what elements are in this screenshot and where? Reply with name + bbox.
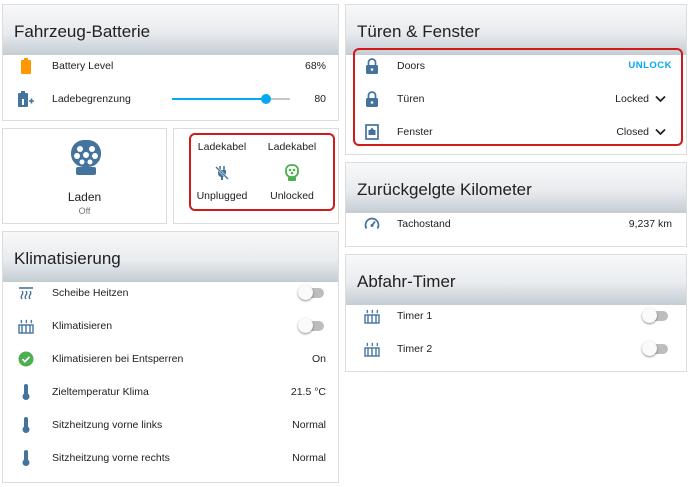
charge-card[interactable]: Laden Off bbox=[2, 128, 167, 224]
timer-card: Abfahr-Timer Timer 1 Timer 2 bbox=[345, 254, 687, 372]
climate-row-ac-label: Klimatisieren bbox=[52, 319, 113, 332]
defrost-toggle[interactable] bbox=[298, 284, 324, 300]
ev-plug-icon bbox=[66, 137, 106, 177]
battery-card-title: Fahrzeug-Batterie bbox=[3, 5, 338, 55]
climate-row-temp[interactable]: Zieltemperatur Klima 21.5 °C bbox=[3, 375, 338, 408]
climate-row-seat-right-label: Sitzheitzung vorne rechts bbox=[52, 451, 170, 464]
battery-level-value: 68% bbox=[304, 59, 326, 72]
doors-highlight bbox=[353, 48, 683, 146]
climate-row-seat-left[interactable]: Sitzheitzung vorne links Normal bbox=[3, 408, 338, 441]
climate-card: Klimatisierung Scheibe Heitzen Klimatisi… bbox=[2, 231, 339, 483]
charge-limit-label: Ladebegrenzung bbox=[52, 92, 131, 105]
battery-level-row[interactable]: Battery Level 68% bbox=[3, 49, 338, 82]
timer-row-2[interactable]: Timer 2 bbox=[346, 332, 686, 365]
climate-toggle[interactable] bbox=[298, 317, 324, 333]
climate-card-title: Klimatisierung bbox=[3, 232, 338, 282]
km-card: Zurückgelgte Kilometer Tachostand 9,237 … bbox=[345, 162, 687, 247]
battery-card: Fahrzeug-Batterie Battery Level 68% Lade… bbox=[2, 4, 339, 121]
timer-1-label: Timer 1 bbox=[397, 309, 433, 322]
charge-limit-value: 80 bbox=[314, 92, 326, 105]
climate-row-defrost-label: Scheibe Heitzen bbox=[52, 286, 129, 299]
climate-row-seat-right[interactable]: Sitzheitzung vorne rechts Normal bbox=[3, 441, 338, 474]
battery-plus-icon bbox=[18, 90, 34, 107]
thermometer-icon bbox=[18, 383, 34, 400]
climate-row-unlock[interactable]: Klimatisieren bei Entsperren On bbox=[3, 342, 338, 375]
timer-2-toggle[interactable] bbox=[642, 340, 668, 356]
radiator-icon bbox=[18, 318, 34, 334]
charge-limit-slider[interactable] bbox=[172, 94, 290, 104]
charge-name: Laden bbox=[67, 190, 102, 204]
thermometer-icon bbox=[18, 449, 34, 466]
odometer-label: Tachostand bbox=[397, 217, 451, 230]
timer-row-1[interactable]: Timer 1 bbox=[346, 299, 686, 332]
km-card-title: Zurückgelgte Kilometer bbox=[346, 163, 686, 213]
battery-level-label: Battery Level bbox=[52, 59, 114, 72]
cable-highlight bbox=[189, 133, 335, 211]
timer-card-title: Abfahr-Timer bbox=[346, 255, 686, 305]
charge-limit-slider-thumb[interactable] bbox=[261, 94, 271, 104]
check-circle-icon bbox=[18, 351, 34, 367]
charge-limit-row: Ladebegrenzung 80 bbox=[3, 82, 338, 115]
speedometer-icon bbox=[364, 216, 380, 232]
windshield-heat-icon bbox=[18, 285, 34, 301]
climate-row-seat-left-label: Sitzheitzung vorne links bbox=[52, 418, 163, 431]
climate-row-ac[interactable]: Klimatisieren bbox=[3, 309, 338, 342]
climate-row-unlock-value: On bbox=[311, 352, 326, 365]
charge-state: Off bbox=[78, 206, 91, 216]
timer-2-label: Timer 2 bbox=[397, 342, 433, 355]
odometer-value: 9,237 km bbox=[628, 217, 672, 230]
climate-row-seat-left-value: Normal bbox=[292, 418, 326, 431]
charge-limit-slider-fill bbox=[172, 98, 266, 100]
climate-row-seat-right-value: Normal bbox=[292, 451, 326, 464]
climate-row-unlock-label: Klimatisieren bei Entsperren bbox=[52, 352, 184, 365]
radiator-icon bbox=[364, 341, 380, 357]
battery-icon bbox=[18, 57, 34, 74]
radiator-icon bbox=[364, 308, 380, 324]
climate-row-temp-value: 21.5 °C bbox=[290, 385, 326, 398]
timer-1-toggle[interactable] bbox=[642, 307, 668, 323]
thermometer-icon bbox=[18, 416, 34, 433]
odometer-row[interactable]: Tachostand 9,237 km bbox=[346, 207, 686, 240]
climate-row-defrost[interactable]: Scheibe Heitzen bbox=[3, 276, 338, 309]
climate-row-temp-label: Zieltemperatur Klima bbox=[52, 385, 149, 398]
